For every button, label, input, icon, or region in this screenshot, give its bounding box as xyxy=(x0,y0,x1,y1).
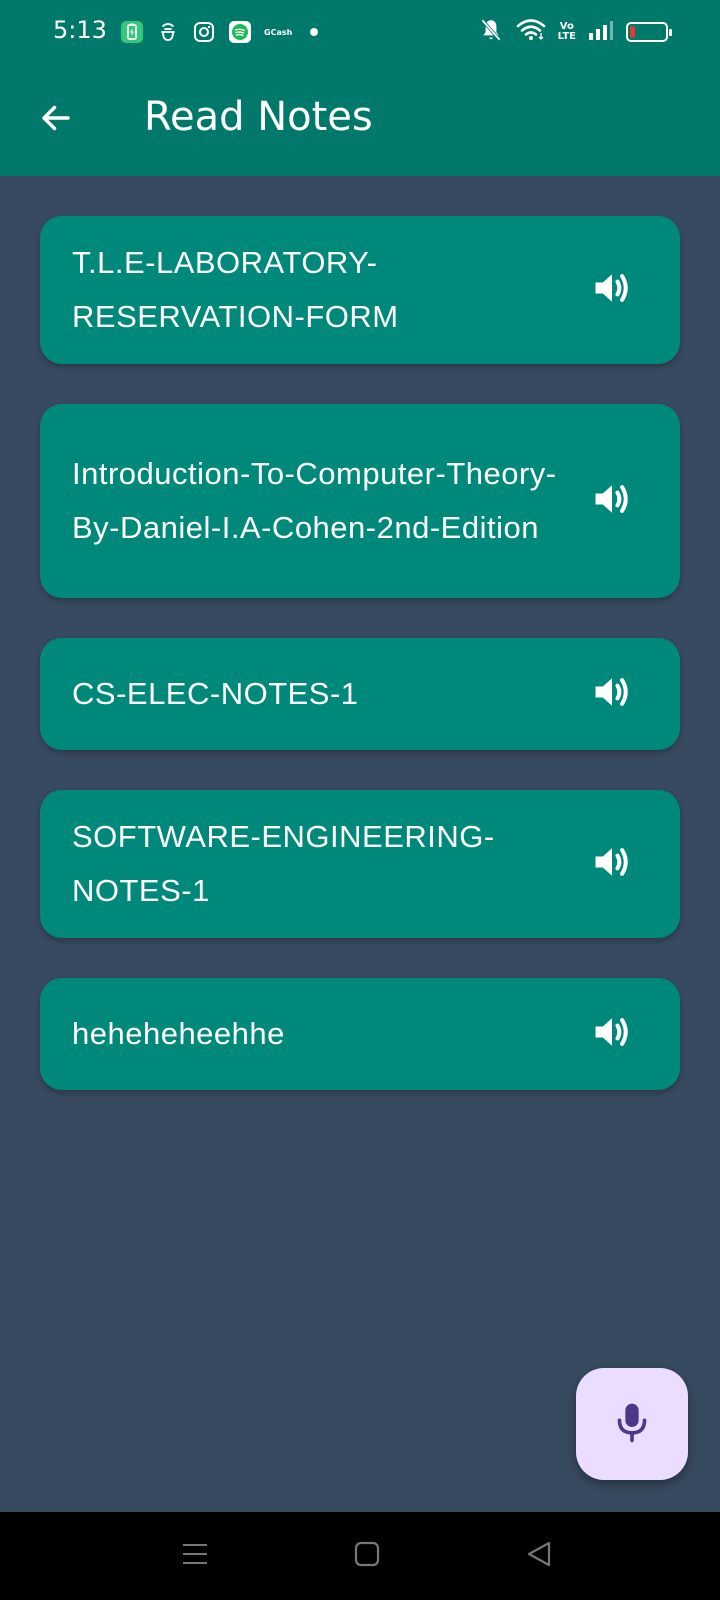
microphone-icon xyxy=(612,1400,652,1448)
triangle-back-icon xyxy=(525,1540,553,1572)
note-title: T.L.E-LABORATORY-RESERVATION-FORM xyxy=(72,245,399,334)
battery-icon xyxy=(626,22,672,42)
read-aloud-button[interactable] xyxy=(584,1006,640,1062)
volte-bottom: LTE xyxy=(557,31,576,42)
system-icons: Vo LTE xyxy=(478,17,672,47)
speaker-icon xyxy=(590,1010,634,1058)
read-aloud-button[interactable] xyxy=(584,666,640,722)
battery-saver-icon xyxy=(120,20,144,44)
system-navigation-bar xyxy=(0,1512,720,1600)
speaker-icon xyxy=(590,840,634,888)
recents-button[interactable] xyxy=(175,1536,215,1576)
note-title: Introduction-To-Computer-Theory-By-Danie… xyxy=(72,456,557,545)
voice-command-button[interactable] xyxy=(576,1368,688,1480)
app-bar: Read Notes xyxy=(0,64,720,176)
status-bar: 5:13 GCash Vo LTE xyxy=(0,0,720,64)
app-notification-icon xyxy=(156,20,180,44)
note-item[interactable]: SOFTWARE-ENGINEERING-NOTES-1 xyxy=(40,790,680,938)
status-time: 5:13 xyxy=(53,16,107,44)
home-button[interactable] xyxy=(347,1536,387,1576)
speaker-icon xyxy=(590,670,634,718)
volte-indicator: Vo LTE xyxy=(558,22,576,42)
signal-icon xyxy=(588,19,614,45)
menu-icon xyxy=(181,1540,209,1572)
spotify-icon xyxy=(228,20,252,44)
page-title: Read Notes xyxy=(144,94,373,140)
note-title: SOFTWARE-ENGINEERING-NOTES-1 xyxy=(72,819,495,908)
read-aloud-button[interactable] xyxy=(584,473,640,529)
note-item[interactable]: Introduction-To-Computer-Theory-By-Danie… xyxy=(40,404,680,598)
back-nav-button[interactable] xyxy=(519,1536,559,1576)
note-title: CS-ELEC-NOTES-1 xyxy=(72,676,359,711)
notification-icons: GCash xyxy=(120,20,319,44)
wifi-icon xyxy=(516,17,546,47)
instagram-icon xyxy=(192,20,216,44)
read-aloud-button[interactable] xyxy=(584,836,640,892)
square-home-icon xyxy=(353,1540,381,1572)
speaker-icon xyxy=(590,477,634,525)
note-item[interactable]: heheheheehhe xyxy=(40,978,680,1090)
note-item[interactable]: T.L.E-LABORATORY-RESERVATION-FORM xyxy=(40,216,680,364)
screen: 5:13 GCash Vo LTE Read Notes T.L.E-LABOR… xyxy=(0,0,720,1600)
speaker-icon xyxy=(590,266,634,314)
notes-list: T.L.E-LABORATORY-RESERVATION-FORM Introd… xyxy=(40,216,680,1130)
battery-level-fill xyxy=(630,26,635,38)
read-aloud-button[interactable] xyxy=(584,262,640,318)
more-notifications-dot xyxy=(310,28,319,36)
bell-off-icon xyxy=(478,17,504,47)
note-item[interactable]: CS-ELEC-NOTES-1 xyxy=(40,638,680,750)
note-title: heheheheehhe xyxy=(72,1016,285,1051)
gcash-label: GCash xyxy=(264,27,293,37)
back-button[interactable] xyxy=(32,96,80,144)
arrow-left-icon xyxy=(38,100,74,140)
